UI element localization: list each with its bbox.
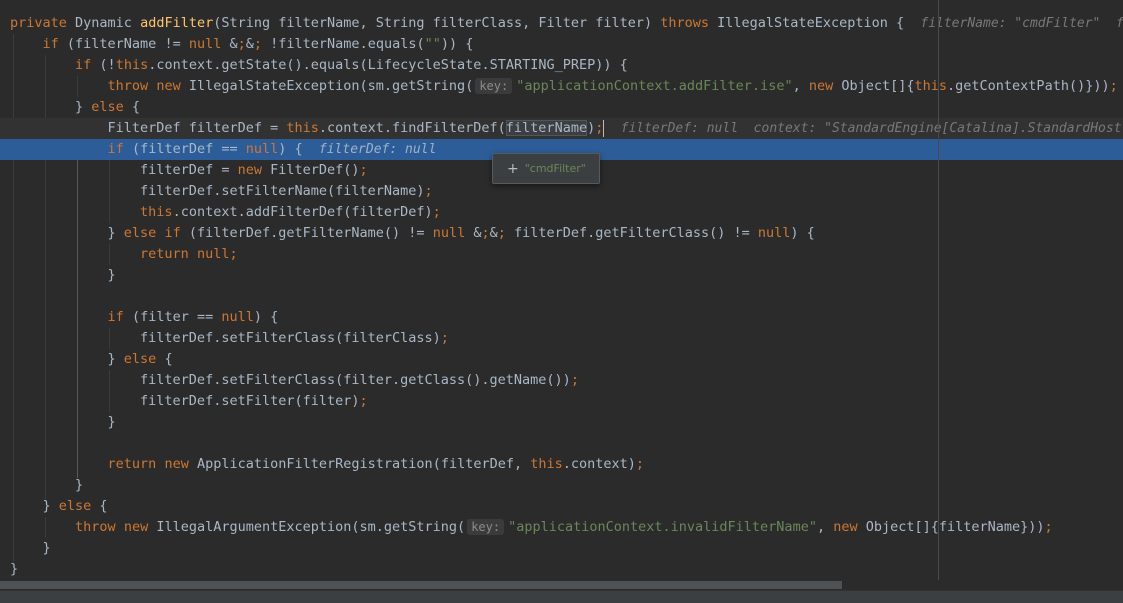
code-text: } <box>10 561 19 577</box>
code-text: filterDef.setFilterClass(filter.getClass… <box>10 372 579 388</box>
status-bar <box>0 590 1123 603</box>
code-line-15[interactable]: if (filter == null) { <box>0 307 1123 328</box>
code-line-22[interactable]: return new ApplicationFilterRegistration… <box>0 454 1123 475</box>
code-text: private Dynamic addFilter(String filterN… <box>10 15 905 31</box>
code-line-17[interactable]: } else { <box>0 349 1123 370</box>
inline-debug-hint: filterDef: null <box>318 142 437 157</box>
highlighted-identifier: filterName <box>505 120 588 136</box>
code-line-20[interactable]: } <box>0 412 1123 433</box>
code-line-11[interactable]: } else if (filterDef.getFilterName() != … <box>0 223 1123 244</box>
inline-debug-hint: filterName: "cmdFilter" fi <box>920 16 1123 31</box>
code-line-27[interactable]: } <box>0 559 1123 580</box>
code-text: } <box>10 477 84 493</box>
code-text: return new ApplicationFilterRegistration… <box>107 456 645 472</box>
code-text: if (!this.context.getState().equals(Life… <box>75 57 628 73</box>
text-caret <box>603 119 605 137</box>
code-text: if (filterName != null &;&; !filterName.… <box>42 36 474 52</box>
code-line-10[interactable]: this.context.addFilterDef(filterDef); <box>0 202 1123 223</box>
code-text: filterDef.setFilterName(filterName); <box>10 183 433 199</box>
code-line-3[interactable]: if (!this.context.getState().equals(Life… <box>0 55 1123 76</box>
code-text: } <box>10 414 116 430</box>
code-line-19[interactable]: filterDef.setFilter(filter); <box>0 391 1123 412</box>
code-line-blank[interactable] <box>0 433 1123 454</box>
code-text: } else { <box>10 351 173 367</box>
code-text: if (filter == null) { <box>107 309 279 325</box>
code-line-25[interactable]: throw new IllegalArgumentException(sm.ge… <box>0 517 1123 538</box>
code-text: return null; <box>140 246 238 262</box>
code-line-16[interactable]: filterDef.setFilterClass(filterClass); <box>0 328 1123 349</box>
code-line-5[interactable]: } else { <box>0 97 1123 118</box>
code-line-1[interactable]: private Dynamic addFilter(String filterN… <box>0 13 1123 34</box>
code-text: } else { <box>10 498 108 514</box>
code-line-26[interactable]: } <box>0 538 1123 559</box>
code-editor[interactable]: private Dynamic addFilter(String filterN… <box>0 0 1123 603</box>
code-line-24[interactable]: } else { <box>0 496 1123 517</box>
code-line-18[interactable]: filterDef.setFilterClass(filter.getClass… <box>0 370 1123 391</box>
code-text: filterDef = new FilterDef(); <box>10 162 368 178</box>
code-text: FilterDef filterDef = this.context.findF… <box>10 120 604 136</box>
code-text: filterDef.setFilter(filter); <box>10 393 368 409</box>
code-line-6-current[interactable]: FilterDef filterDef = this.context.findF… <box>0 118 1123 139</box>
code-text: if (filterDef == null) { <box>107 141 303 157</box>
code-line-blank[interactable] <box>0 286 1123 307</box>
code-text: } <box>10 540 51 556</box>
tooltip-value: "cmdFilter" <box>524 162 586 175</box>
parameter-hint: key: <box>475 78 513 94</box>
code-text: } else { <box>10 99 141 115</box>
plus-icon[interactable]: + <box>507 161 519 177</box>
code-line-13[interactable]: } <box>0 265 1123 286</box>
code-text: } else if (filterDef.getFilterName() != … <box>10 225 815 241</box>
inline-debug-hint: filterDef: null context: "StandardEngine… <box>620 121 1122 136</box>
code-text: throw new IllegalStateException(sm.getSt… <box>107 78 474 94</box>
code-text: filterDef.setFilterClass(filterClass); <box>10 330 449 346</box>
code-line-12[interactable]: return null; <box>0 244 1123 265</box>
horizontal-scrollbar-thumb[interactable] <box>0 581 842 589</box>
code-line-23[interactable]: } <box>0 475 1123 496</box>
code-line-2[interactable]: if (filterName != null &;&; !filterName.… <box>0 34 1123 55</box>
code-text: "applicationContext.invalidFilterName", … <box>508 519 1053 535</box>
code-line-9[interactable]: filterDef.setFilterName(filterName); <box>0 181 1123 202</box>
debug-value-tooltip[interactable]: + "cmdFilter" <box>492 153 600 184</box>
parameter-hint: key: <box>467 519 505 535</box>
code-text: this.context.addFilterDef(filterDef); <box>140 204 441 220</box>
code-text: "applicationContext.addFilter.ise", new … <box>516 78 1118 94</box>
code-text: throw new IllegalArgumentException(sm.ge… <box>75 519 466 535</box>
right-margin-guide <box>938 0 939 590</box>
code-line-4[interactable]: throw new IllegalStateException(sm.getSt… <box>0 76 1123 97</box>
code-text: } <box>10 267 116 283</box>
